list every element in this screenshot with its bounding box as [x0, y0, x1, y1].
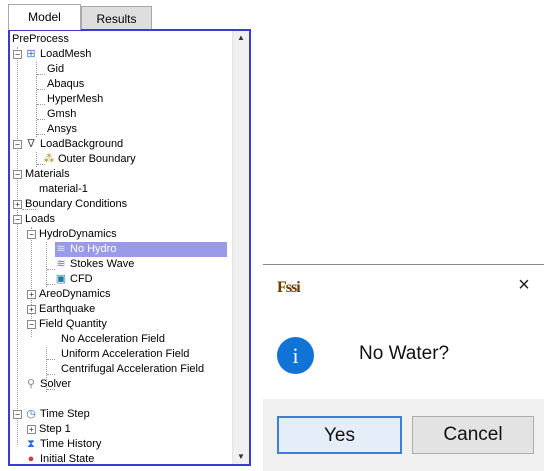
- funnel-icon: ∇: [27, 138, 35, 150]
- collapse-field-quantity-toggle[interactable]: −: [27, 320, 36, 329]
- tree-item-cfd[interactable]: ▣ CFD: [55, 272, 93, 287]
- cfd-icon: ▣: [55, 273, 67, 285]
- tree-item-label: PreProcess: [12, 33, 69, 45]
- tree-item-stokes-wave[interactable]: ≋ Stokes Wave: [55, 257, 134, 272]
- tree-item-label: Gid: [47, 63, 65, 75]
- tree-item-time-step[interactable]: ◷ Time Step: [25, 407, 90, 422]
- info-icon: i: [277, 337, 314, 374]
- tree-item-label: Initial State: [40, 453, 95, 464]
- tree-item-label: Abaqus: [47, 78, 85, 90]
- tree-item-areodynamics[interactable]: AreoDynamics: [39, 287, 111, 302]
- model-tree-panel: − − − + − − + + − − + PreProcess ⊞ LoadMe…: [8, 29, 251, 466]
- tree-item-label: Materials: [25, 168, 70, 180]
- tree-item-gid[interactable]: Gid: [47, 62, 64, 77]
- tree-item-label: Step 1: [39, 423, 71, 435]
- tree-item-label: Time Step: [40, 408, 90, 420]
- tree-item-centrifugal-acceleration-field[interactable]: Centrifugal Acceleration Field: [61, 362, 204, 377]
- tree-item-label: LoadMesh: [40, 48, 92, 60]
- tree-vertical-scrollbar[interactable]: ▲ ▼: [232, 31, 249, 464]
- tree-item-gmsh[interactable]: Gmsh: [47, 107, 76, 122]
- tree-item-outer-boundary[interactable]: ⁂ Outer Boundary: [43, 152, 136, 167]
- tree-item-preprocess[interactable]: PreProcess: [12, 32, 69, 47]
- tree-item-boundary-conditions[interactable]: Boundary Conditions: [25, 197, 127, 212]
- magnifier-icon: ⚲: [26, 378, 36, 390]
- tree-item-label: Ansys: [47, 123, 77, 135]
- tree-item-no-hydro[interactable]: ≋ No Hydro: [55, 242, 227, 257]
- tree-item-uniform-acceleration-field[interactable]: Uniform Acceleration Field: [61, 347, 189, 362]
- tab-model[interactable]: Model: [8, 4, 81, 30]
- tree-item-label: Loads: [25, 213, 55, 225]
- cancel-button[interactable]: Cancel: [412, 416, 534, 454]
- scroll-down-arrow-icon[interactable]: ▼: [233, 450, 249, 464]
- tree-item-hypermesh[interactable]: HyperMesh: [47, 92, 103, 107]
- tree-item-abaqus[interactable]: Abaqus: [47, 77, 84, 92]
- tab-results[interactable]: Results: [81, 6, 152, 29]
- tree-item-label: Uniform Acceleration Field: [61, 348, 190, 360]
- app-logo: Fssi: [277, 279, 301, 296]
- tree-item-initial-state[interactable]: ● Initial State: [25, 452, 95, 464]
- tree-item-label: HyperMesh: [47, 93, 104, 105]
- tree-item-label: AreoDynamics: [39, 288, 111, 300]
- dialog-button-bar: Yes Cancel: [263, 399, 544, 471]
- collapse-loads-toggle[interactable]: −: [13, 215, 22, 224]
- scroll-up-arrow-icon[interactable]: ▲: [233, 31, 249, 45]
- tree-item-label: Field Quantity: [39, 318, 107, 330]
- time-history-icon: ⧗: [27, 438, 35, 450]
- collapse-loadmesh-toggle[interactable]: −: [13, 50, 22, 59]
- tree-item-loads[interactable]: Loads: [25, 212, 55, 227]
- tree-item-solver[interactable]: ⚲ Solver: [25, 377, 71, 392]
- close-icon[interactable]: ×: [512, 273, 536, 297]
- tree-item-hydrodynamics[interactable]: HydroDynamics: [39, 227, 117, 242]
- tree-connector: [17, 47, 18, 445]
- expand-areodynamics-toggle[interactable]: +: [27, 290, 36, 299]
- tree-item-label: CFD: [70, 273, 93, 285]
- tree-item-label: Solver: [40, 378, 72, 390]
- initial-state-icon: ●: [27, 453, 35, 464]
- yes-button[interactable]: Yes: [277, 416, 402, 454]
- tree-item-label: HydroDynamics: [39, 228, 117, 240]
- tree-item-label: Outer Boundary: [58, 153, 136, 165]
- dialog-message: No Water?: [359, 343, 450, 364]
- tree-item-label: No Hydro: [70, 243, 117, 255]
- wave-icon: ≋: [56, 258, 66, 270]
- tree-item-no-acceleration-field[interactable]: No Acceleration Field: [61, 332, 165, 347]
- tree-item-loadmesh[interactable]: ⊞ LoadMesh: [25, 47, 91, 62]
- expand-step-1-toggle[interactable]: +: [27, 425, 36, 434]
- tree-item-step-1[interactable]: Step 1: [39, 422, 71, 437]
- tree-item-label: material-1: [39, 183, 88, 195]
- confirm-dialog: Fssi × i No Water? Yes Cancel: [263, 264, 544, 471]
- tree-connector: [46, 242, 47, 287]
- grid-mesh-icon: ⊞: [26, 48, 36, 60]
- clock-icon: ◷: [26, 408, 36, 420]
- tree-item-materials[interactable]: Materials: [25, 167, 70, 182]
- tree-item-earthquake[interactable]: Earthquake: [39, 302, 95, 317]
- expand-earthquake-toggle[interactable]: +: [27, 305, 36, 314]
- tree-item-material-1[interactable]: material-1: [39, 182, 88, 197]
- tree-item-loadbackground[interactable]: ∇ LoadBackground: [25, 137, 123, 152]
- model-tree: − − − + − − + + − − + PreProcess ⊞ LoadMe…: [10, 31, 233, 464]
- tree-item-time-history[interactable]: ⧗ Time History: [25, 437, 101, 452]
- wave-off-icon: ≋: [56, 243, 66, 255]
- tree-item-label: Centrifugal Acceleration Field: [61, 363, 205, 375]
- tree-item-label: Time History: [40, 438, 102, 450]
- tree-item-label: No Acceleration Field: [61, 333, 165, 345]
- tree-item-label: Boundary Conditions: [25, 198, 128, 210]
- collapse-materials-toggle[interactable]: −: [13, 170, 22, 179]
- tree-item-label: Earthquake: [39, 303, 96, 315]
- collapse-hydrodynamics-toggle[interactable]: −: [27, 230, 36, 239]
- tree-item-label: Gmsh: [47, 108, 77, 120]
- tree-item-field-quantity[interactable]: Field Quantity: [39, 317, 107, 332]
- tree-item-ansys[interactable]: Ansys: [47, 122, 77, 137]
- tree-item-label: LoadBackground: [40, 138, 124, 150]
- expand-boundary-conditions-toggle[interactable]: +: [13, 200, 22, 209]
- collapse-time-step-toggle[interactable]: −: [13, 410, 22, 419]
- boundary-icon: ⁂: [43, 153, 55, 165]
- collapse-loadbackground-toggle[interactable]: −: [13, 140, 22, 149]
- tree-item-label: Stokes Wave: [70, 258, 135, 270]
